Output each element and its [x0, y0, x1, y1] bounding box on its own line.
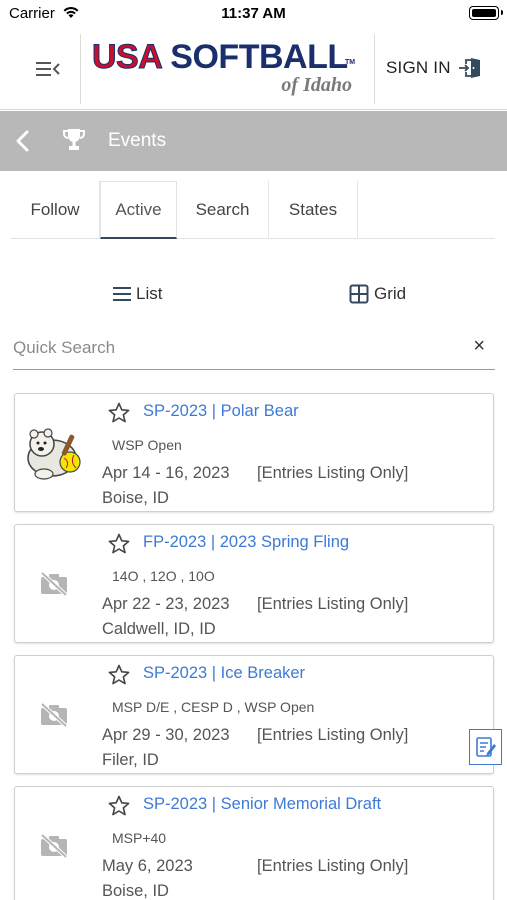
- grid-icon: [349, 284, 369, 304]
- event-divisions: MSP D/E , CESP D , WSP Open: [112, 699, 315, 715]
- menu-collapse-icon: [36, 62, 60, 76]
- menu-button[interactable]: [30, 52, 66, 86]
- page-title: Events: [108, 130, 167, 151]
- event-card[interactable]: SP-2023 | Ice Breaker MSP D/E , CESP D ,…: [14, 655, 494, 774]
- clock: 11:37 AM: [221, 5, 286, 22]
- edit-note-icon: [475, 737, 496, 757]
- logo-trademark: TM: [345, 59, 356, 66]
- star-icon: [108, 664, 130, 685]
- event-location: Boise, ID: [102, 882, 169, 900]
- quick-search: ×: [13, 329, 495, 370]
- back-button[interactable]: [10, 127, 38, 155]
- sign-in-icon: [458, 58, 480, 78]
- no-image-icon: [19, 549, 89, 619]
- status-bar: Carrier 11:37 AM: [0, 0, 507, 28]
- sign-in-button[interactable]: SIGN IN: [386, 56, 482, 80]
- star-icon: [108, 795, 130, 816]
- event-note: [Entries Listing Only]: [257, 726, 409, 744]
- list-view-label: List: [136, 284, 163, 303]
- trophy-icon: [62, 127, 86, 158]
- header-divider: [374, 34, 375, 104]
- logo-word-softball: SOFTBALL: [170, 38, 348, 76]
- event-card[interactable]: SP-2023 | Senior Memorial Draft MSP+40 M…: [14, 786, 494, 900]
- follow-star-button[interactable]: [107, 532, 131, 561]
- list-icon: [113, 287, 131, 301]
- header-divider: [80, 34, 81, 104]
- quick-search-input[interactable]: [13, 329, 453, 367]
- app-header: USA SOFTBALL TM of Idaho SIGN IN: [0, 28, 507, 110]
- no-image-icon: [19, 680, 89, 750]
- tab-active[interactable]: Active: [100, 181, 177, 239]
- logo-subtitle: of Idaho: [281, 74, 352, 96]
- notes-floating-button[interactable]: [469, 729, 502, 765]
- event-dates: Apr 29 - 30, 2023: [102, 726, 230, 744]
- event-location: Filer, ID: [102, 751, 159, 769]
- star-icon: [108, 402, 130, 423]
- chevron-left-icon: [16, 130, 29, 152]
- event-location: Caldwell, ID, ID: [102, 620, 216, 638]
- event-dates: Apr 22 - 23, 2023: [102, 595, 230, 613]
- grid-view-button[interactable]: Grid: [349, 284, 406, 304]
- event-title-link[interactable]: SP-2023 | Senior Memorial Draft: [143, 795, 381, 814]
- event-divisions: MSP+40: [112, 830, 167, 846]
- tab-search[interactable]: Search: [177, 181, 269, 239]
- no-image-icon: [19, 811, 89, 881]
- event-note: [Entries Listing Only]: [257, 464, 409, 482]
- event-title-link[interactable]: SP-2023 | Ice Breaker: [143, 664, 305, 683]
- tab-states[interactable]: States: [269, 181, 358, 239]
- follow-star-button[interactable]: [107, 663, 131, 692]
- event-card[interactable]: FP-2023 | 2023 Spring Fling 14O , 12O , …: [14, 524, 494, 643]
- event-dates: Apr 14 - 16, 2023: [102, 464, 230, 482]
- battery-icon: [469, 6, 503, 20]
- event-note: [Entries Listing Only]: [257, 595, 409, 613]
- tab-follow[interactable]: Follow: [11, 181, 100, 239]
- follow-star-button[interactable]: [107, 401, 131, 430]
- grid-view-label: Grid: [374, 284, 407, 303]
- event-title-link[interactable]: SP-2023 | Polar Bear: [143, 402, 299, 421]
- usa-softball-idaho-logo[interactable]: USA SOFTBALL TM of Idaho: [91, 38, 364, 99]
- event-card[interactable]: SP-2023 | Polar Bear WSP Open Apr 14 - 1…: [14, 393, 494, 512]
- event-note: [Entries Listing Only]: [257, 857, 409, 875]
- event-title-link[interactable]: FP-2023 | 2023 Spring Fling: [143, 533, 349, 552]
- event-divisions: WSP Open: [112, 437, 182, 453]
- event-dates: May 6, 2023: [102, 857, 193, 875]
- event-divisions: 14O , 12O , 10O: [112, 568, 215, 584]
- events-navbar: Events: [0, 111, 507, 171]
- logo-word-usa: USA: [91, 38, 163, 76]
- event-location: Boise, ID: [102, 489, 169, 507]
- event-tabs: Follow Active Search States: [11, 181, 495, 239]
- follow-star-button[interactable]: [107, 794, 131, 823]
- list-view-button[interactable]: List: [112, 284, 162, 304]
- clear-search-button[interactable]: ×: [473, 335, 485, 358]
- star-icon: [108, 533, 130, 554]
- polar-bear-mascot-image: [19, 418, 89, 488]
- sign-in-label: SIGN IN: [386, 58, 451, 77]
